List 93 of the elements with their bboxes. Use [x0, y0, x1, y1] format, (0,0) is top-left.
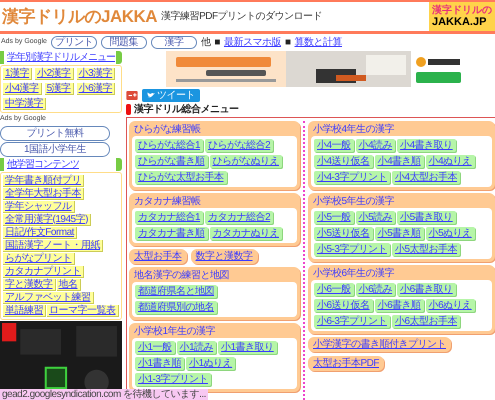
group-title: 小学校4年生の漢字 — [312, 124, 396, 136]
drill-link[interactable]: 小6ぬりえ — [426, 299, 475, 312]
drill-link[interactable]: 小4送り仮名 — [314, 155, 373, 168]
drill-link[interactable]: 小4ぬりえ — [426, 155, 475, 168]
badge-caption: 漢字ドリルの — [432, 5, 492, 16]
content-link[interactable]: ローマ字一覧表 — [47, 304, 118, 316]
drill-link[interactable]: 小1-3字プリント — [135, 373, 211, 386]
drill-link[interactable]: 小4一般 — [314, 139, 354, 152]
drill-link[interactable]: 小1読み — [176, 341, 216, 354]
drill-link[interactable]: 小4書き順 — [374, 155, 424, 168]
nav-prefix: 他 — [200, 37, 210, 48]
content-link[interactable]: 学年書き順付プリ — [3, 174, 84, 186]
content-link[interactable]: 単語練習 — [3, 304, 46, 316]
drill-link[interactable]: 小1ぬりえ — [186, 357, 236, 370]
content-link[interactable]: 全常用漢字(1945字) — [3, 214, 91, 226]
drill-link[interactable]: 小6一般 — [314, 283, 354, 296]
drill-link[interactable]: ひらがな太型お手本 — [135, 171, 226, 184]
drill-link[interactable]: 都道府県別の地名 — [135, 301, 217, 314]
grade-link[interactable]: 中学漢字 — [3, 98, 46, 110]
grade-link[interactable]: 小6漢字 — [76, 83, 116, 95]
drill-link[interactable]: ひらがな総合1 — [135, 139, 204, 152]
drill-link[interactable]: 小5ぬりえ — [426, 227, 475, 240]
drill-link[interactable]: ひらがなぬりえ — [210, 155, 282, 168]
menu-link[interactable]: 太型お手本 — [129, 249, 186, 264]
content-link[interactable]: カタカナプリント — [3, 266, 84, 278]
menu-link[interactable]: 数字と漢数字 — [190, 249, 258, 264]
drill-link[interactable]: 小4太型お手本 — [392, 171, 460, 184]
grade-link[interactable]: 小2漢字 — [35, 68, 74, 80]
drill-link[interactable]: 小4-3字プリント — [314, 171, 390, 184]
separator-mark: ■ — [284, 37, 291, 48]
nav-link[interactable]: 最新スマホ版 — [224, 37, 281, 48]
site-tagline: 漢字練習PDFプリントのダウンロード — [161, 11, 322, 22]
ad-link-tab[interactable]: プリント — [50, 36, 97, 49]
drill-link[interactable]: 小5読み — [356, 211, 396, 224]
drill-link[interactable]: カタカナ総合1 — [135, 211, 204, 224]
drill-link[interactable]: 小1書き順 — [135, 357, 184, 370]
google-plus-icon[interactable] — [126, 91, 138, 100]
group-title: 小学校1年生の漢字 — [133, 326, 216, 338]
nav-link[interactable]: 算数と計算 — [294, 37, 342, 48]
drill-link[interactable]: 小1書き取り — [218, 341, 277, 354]
drill-link[interactable]: ひらがな書き順 — [135, 155, 208, 168]
drill-link[interactable]: カタカナ総合2 — [205, 211, 274, 224]
badge-domain: JAKKA.JP — [432, 16, 488, 28]
site-logo[interactable]: 漢字ドリルのJAKKA — [2, 4, 158, 30]
ad-link-pill[interactable]: プリント無料 — [0, 126, 110, 140]
drill-link[interactable]: 小5送り仮名 — [314, 227, 373, 240]
content-link[interactable]: 学年シャッフル — [3, 200, 74, 212]
drill-link[interactable]: 小5書き取り — [397, 211, 456, 224]
ad-link-tab[interactable]: 問題集 — [100, 36, 147, 49]
status-bar: gead2.googlesyndication.com を待機しています... — [0, 389, 208, 400]
content-link[interactable]: アルファベット練習 — [3, 292, 94, 304]
drill-link[interactable]: 小6書き順 — [374, 299, 424, 312]
logo-badge[interactable]: 漢字ドリルの JAKKA.JP — [429, 2, 495, 31]
drill-link[interactable]: 小4書き取り — [397, 139, 456, 152]
group-title: ひらがな練習帳 — [133, 124, 202, 136]
drill-link[interactable]: ひらがな総合2 — [205, 139, 274, 152]
content-link[interactable]: 地名 — [56, 278, 80, 290]
drill-link[interactable]: 小6太型お手本 — [392, 315, 460, 328]
drill-link[interactable]: 小6-3字プリント — [314, 315, 390, 328]
section-title: 漢字ドリル総合メニュー — [134, 104, 238, 115]
drill-link[interactable]: 小4読み — [356, 139, 396, 152]
menu-link[interactable]: 小学漢字の書き順付きプリント — [308, 337, 451, 352]
drill-link[interactable]: カタカナぬりえ — [210, 227, 282, 240]
drill-link[interactable]: 小6書き取り — [397, 283, 456, 296]
ad-link-tab[interactable]: 漢字 — [150, 36, 197, 49]
drill-link[interactable]: 小1一般 — [135, 341, 175, 354]
grade-link[interactable]: 小4漢字 — [3, 83, 42, 95]
grade-link[interactable]: 5漢字 — [44, 83, 74, 95]
content-link[interactable]: らがなプリント — [3, 252, 74, 264]
drill-link[interactable]: 小5一般 — [314, 211, 354, 224]
menu-link[interactable]: 太型お手本PDF — [308, 356, 384, 371]
content-link[interactable]: 日記/作文Format — [3, 226, 77, 238]
content-link[interactable]: 字と漢数字 — [3, 278, 56, 290]
drill-link[interactable]: 小6送り仮名 — [314, 299, 373, 312]
grade-link[interactable]: 小3漢字 — [76, 68, 116, 80]
drill-link[interactable]: カタカナ書き順 — [135, 227, 208, 240]
group-title: カタカナ練習帳 — [133, 196, 202, 208]
drill-link[interactable]: 小5書き順 — [374, 227, 424, 240]
group-title: 地名漢字の練習と地図 — [133, 270, 230, 282]
drill-link[interactable]: 小5-3字プリント — [314, 243, 390, 256]
ad-link-pill[interactable]: 1国語小学年生 — [0, 142, 110, 156]
drill-link[interactable]: 都道府県名と地図 — [135, 285, 217, 298]
heading-marker — [126, 104, 131, 115]
separator-mark: ■ — [214, 37, 220, 48]
group-title: 小学校6年生の漢字 — [312, 268, 396, 280]
drill-link[interactable]: 小5太型お手本 — [392, 243, 460, 256]
grade-link[interactable]: 1漢字 — [3, 68, 32, 80]
content-link[interactable]: 国語漢字ノート・用紙 — [3, 240, 103, 252]
group-title: 小学校5年生の漢字 — [312, 196, 396, 208]
drill-link[interactable]: 小6読み — [356, 283, 396, 296]
bird-icon — [147, 92, 155, 99]
content-link[interactable]: 全学年大型お手本 — [3, 188, 84, 200]
tweet-button[interactable]: ツイート — [142, 89, 200, 102]
